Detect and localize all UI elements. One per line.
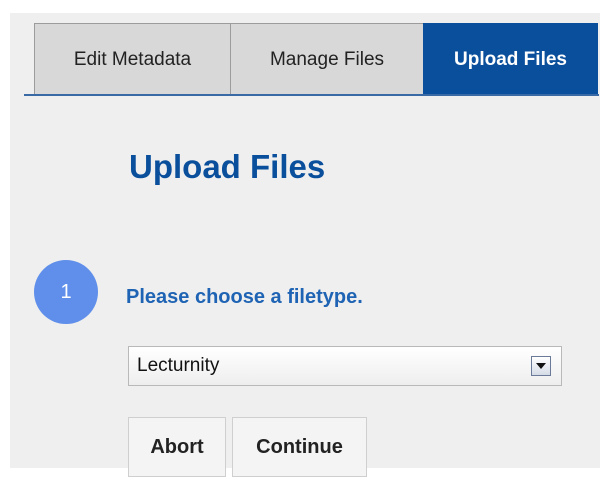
tab-bar: Edit Metadata Manage Files Upload Files: [34, 23, 598, 95]
abort-button[interactable]: Abort: [128, 417, 226, 477]
step-number-badge: 1: [34, 260, 98, 324]
page-title: Upload Files: [129, 148, 326, 185]
continue-button[interactable]: Continue: [232, 417, 367, 477]
upload-panel: Edit Metadata Manage Files Upload Files …: [10, 13, 600, 477]
step-instruction: Please choose a filetype.: [126, 286, 363, 308]
tab-manage-files[interactable]: Manage Files: [230, 23, 424, 95]
tab-upload-files[interactable]: Upload Files: [423, 23, 598, 95]
tab-divider: [24, 94, 599, 96]
dropdown-arrow-icon[interactable]: [531, 356, 551, 376]
filetype-select-value: Lecturnity: [137, 355, 220, 376]
tab-edit-metadata[interactable]: Edit Metadata: [34, 23, 231, 95]
filetype-select[interactable]: Lecturnity: [128, 346, 562, 386]
